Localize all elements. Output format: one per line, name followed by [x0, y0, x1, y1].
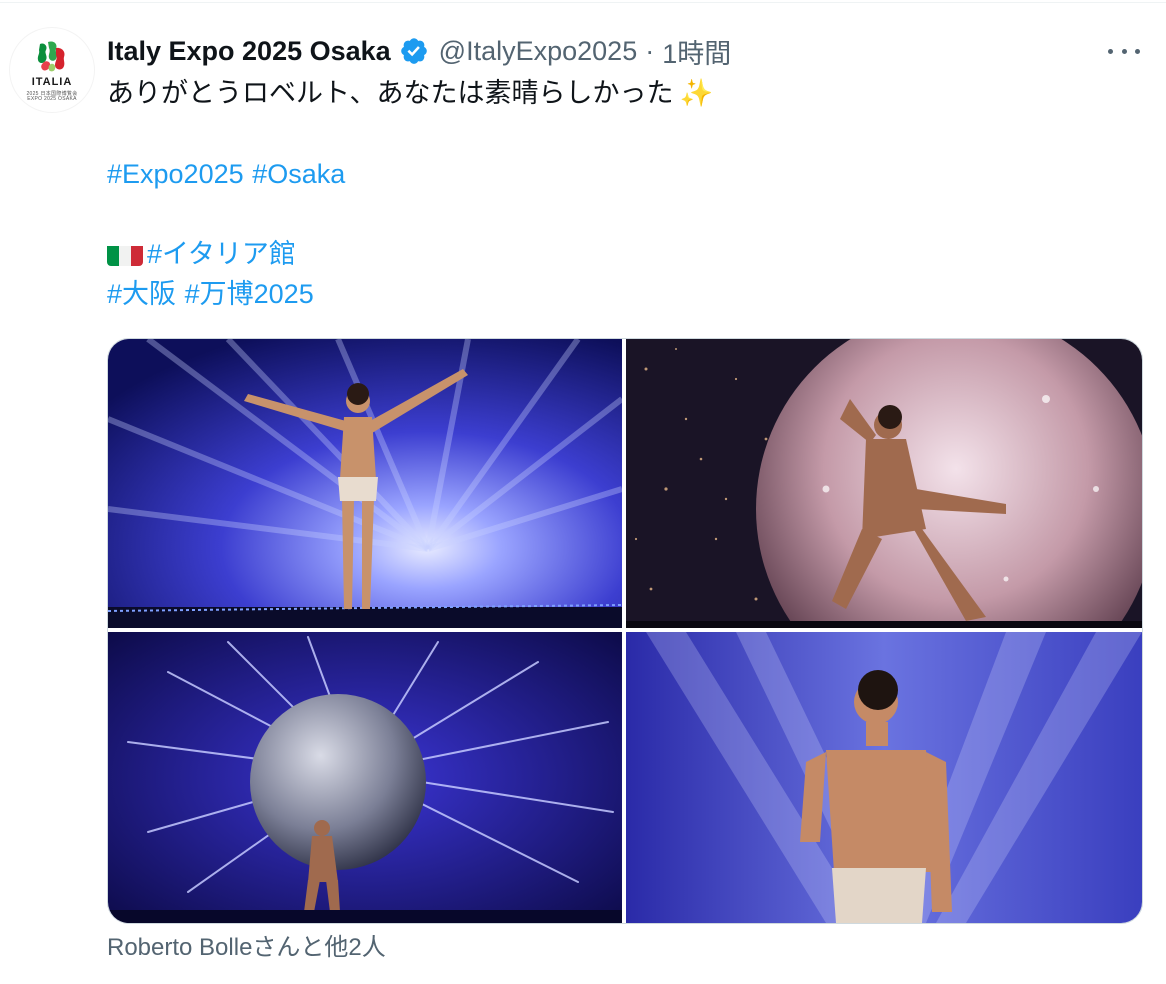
hashtag-osaka[interactable]: #Osaka — [252, 159, 345, 189]
italy-flag-icon — [107, 242, 143, 266]
tweet-header: Italy Expo 2025 Osaka @ItalyExpo2025 · 1… — [107, 31, 731, 71]
more-horizontal-icon[interactable] — [1108, 40, 1140, 62]
hashtag-italy-pavilion[interactable]: #イタリア館 — [147, 239, 296, 269]
hashtag-expo2025[interactable]: #Expo2025 — [107, 159, 244, 189]
media-grid — [107, 338, 1143, 924]
hashtag-banpaku2025[interactable]: #万博2025 — [185, 279, 314, 309]
tweet-card: ITALIA 2025 日本国際博覧会 EXPO 2025 OSAKA Ital… — [0, 0, 1166, 984]
avatar-wordmark: ITALIA — [31, 76, 73, 88]
display-name[interactable]: Italy Expo 2025 Osaka — [107, 36, 391, 67]
hashtag-line-2: #イタリア館 — [107, 234, 296, 275]
dancer-arms-raised-photo[interactable] — [108, 339, 622, 628]
more-dot — [1121, 48, 1127, 54]
sparkles-icon: ✨ — [679, 78, 714, 109]
dancer-carrying-globe-photo[interactable] — [108, 632, 622, 923]
tweet-text-content: ありがとうロベルト、あなたは素晴らしかった — [107, 78, 674, 109]
more-dot — [1135, 48, 1140, 54]
tweet-text: ありがとうロベルト、あなたは素晴らしかった ✨ — [107, 74, 713, 114]
hashtag-line-3: #大阪 #万博2025 — [107, 274, 314, 315]
hashtag-line-1: #Expo2025 #Osaka — [107, 154, 345, 195]
separator-dot: · — [645, 35, 655, 66]
hashtag-osaka-jp[interactable]: #大阪 — [107, 279, 176, 309]
tagged-people-link[interactable]: Roberto Bolleさんと他2人 — [107, 928, 386, 968]
timestamp[interactable]: 1時間 — [662, 32, 731, 71]
handle[interactable]: @ItalyExpo2025 — [439, 36, 638, 67]
avatar[interactable]: ITALIA 2025 日本国際博覧会 EXPO 2025 OSAKA — [10, 28, 94, 112]
italia-expo-logo-icon — [37, 41, 65, 72]
dancer-with-moon-sphere-photo[interactable] — [626, 339, 1142, 628]
top-divider — [0, 2, 1166, 3]
more-dot — [1108, 48, 1113, 54]
verified-badge-icon — [400, 38, 427, 64]
avatar-subtitle-en: EXPO 2025 OSAKA — [27, 96, 77, 102]
dancer-hand-on-chest-photo[interactable] — [626, 632, 1142, 923]
